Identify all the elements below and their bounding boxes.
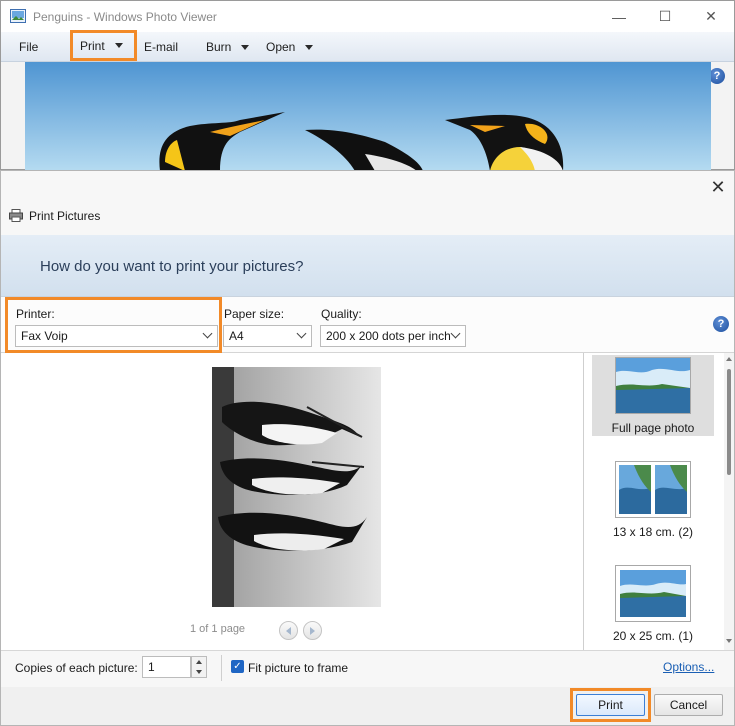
layout-thumbnail [615, 461, 691, 518]
close-window-button[interactable]: ✕ [688, 1, 734, 32]
menu-print-label: Print [80, 38, 105, 53]
menu-print[interactable]: Print [70, 30, 137, 61]
chevron-down-icon [296, 328, 307, 339]
preview-photo [212, 367, 381, 607]
penguins-image [25, 62, 711, 171]
menu-file[interactable]: File [19, 32, 38, 62]
chevron-down-icon [241, 44, 250, 50]
menu-email-label: E-mail [144, 40, 179, 54]
dialog-button-bar: Print Cancel [1, 687, 734, 725]
fit-to-frame-label[interactable]: Fit picture to frame [248, 661, 348, 675]
chevron-down-icon [114, 43, 123, 48]
copies-input[interactable]: 1 [142, 656, 191, 678]
photo-viewer-window: Penguins - Windows Photo Viewer — ☐ ✕ Fi… [0, 0, 735, 171]
close-dialog-button[interactable]: ✕ [706, 175, 730, 199]
scroll-down-icon[interactable] [726, 639, 732, 643]
previous-page-button[interactable] [279, 621, 298, 640]
next-page-button[interactable] [303, 621, 322, 640]
help-icon[interactable]: ? [709, 68, 725, 84]
viewer-titlebar: Penguins - Windows Photo Viewer — ☐ ✕ [1, 1, 734, 32]
two-up-thumbnail-image [616, 462, 690, 517]
options-link[interactable]: Options... [663, 660, 714, 674]
scroll-up-icon[interactable] [726, 357, 732, 361]
minimize-button[interactable]: — [596, 1, 642, 32]
question-text: How do you want to print your pictures? [40, 258, 304, 275]
dialog-title: Print Pictures [29, 209, 101, 223]
landscape-thumbnail-image [616, 358, 690, 413]
chevron-down-icon [305, 44, 314, 50]
penguins-photo [25, 62, 711, 171]
menu-open[interactable]: Open [266, 32, 314, 62]
preview-page [212, 367, 381, 607]
layout-13x18-cm-2[interactable]: 13 x 18 cm. (2) [592, 459, 714, 541]
paper-size-value: A4 [229, 329, 244, 343]
photo-viewer-app-icon [10, 9, 26, 23]
window-title: Penguins - Windows Photo Viewer [33, 10, 217, 24]
print-pictures-dialog: ✕ Print Pictures How do you want to prin… [0, 170, 735, 726]
menu-email[interactable]: E-mail [144, 32, 178, 62]
layout-20x25-cm-1[interactable]: 20 x 25 cm. (1) [592, 563, 714, 648]
quality-label: Quality: [321, 307, 362, 321]
copies-stepper[interactable] [191, 656, 207, 678]
layout-thumbnail [615, 565, 691, 622]
paper-size-select[interactable]: A4 [223, 325, 312, 347]
menu-file-label: File [19, 40, 39, 54]
copies-label: Copies of each picture: [15, 661, 138, 675]
quality-value: 200 x 200 dots per inch [326, 329, 451, 343]
print-button[interactable]: Print [576, 694, 645, 716]
menu-open-label: Open [266, 40, 296, 54]
printer-icon [9, 209, 23, 222]
layout-full-page-photo[interactable]: Full page photo [592, 355, 714, 436]
print-options-row: Printer: Fax Voip Paper size: A4 Quality… [1, 296, 734, 353]
arrow-left-icon [286, 626, 291, 635]
question-header: How do you want to print your pictures? [1, 235, 734, 296]
increment-icon[interactable] [196, 660, 202, 664]
printer-highlight [5, 297, 222, 353]
divider [221, 655, 222, 681]
decrement-icon[interactable] [196, 670, 202, 674]
copies-bar: Copies of each picture: 1 ✓ Fit picture … [1, 650, 734, 687]
layout-thumbnail [615, 357, 691, 414]
maximize-button[interactable]: ☐ [642, 1, 688, 32]
paper-size-label: Paper size: [224, 307, 285, 321]
arrow-right-icon [310, 626, 315, 635]
quality-select[interactable]: 200 x 200 dots per inch [320, 325, 466, 347]
scroll-thumb[interactable] [727, 369, 731, 475]
cancel-button[interactable]: Cancel [654, 694, 723, 716]
layout-label: 20 x 25 cm. (1) [612, 629, 694, 643]
print-preview-panel: 1 of 1 page [1, 353, 583, 650]
menu-burn-label: Burn [206, 40, 232, 54]
fit-to-frame-checkbox[interactable]: ✓ [231, 660, 244, 673]
page-counter: 1 of 1 page [190, 623, 246, 635]
layout-label: 13 x 18 cm. (2) [612, 525, 694, 539]
layout-label: Full page photo [611, 421, 695, 435]
chevron-down-icon [450, 328, 461, 339]
single-thumbnail-image [616, 566, 690, 621]
help-icon[interactable]: ? [713, 316, 729, 332]
layout-list: Full page photo 13 x 18 cm. (2) 20 x 25 … [583, 353, 734, 650]
layout-scrollbar[interactable] [724, 353, 734, 650]
menu-burn[interactable]: Burn [206, 32, 250, 62]
